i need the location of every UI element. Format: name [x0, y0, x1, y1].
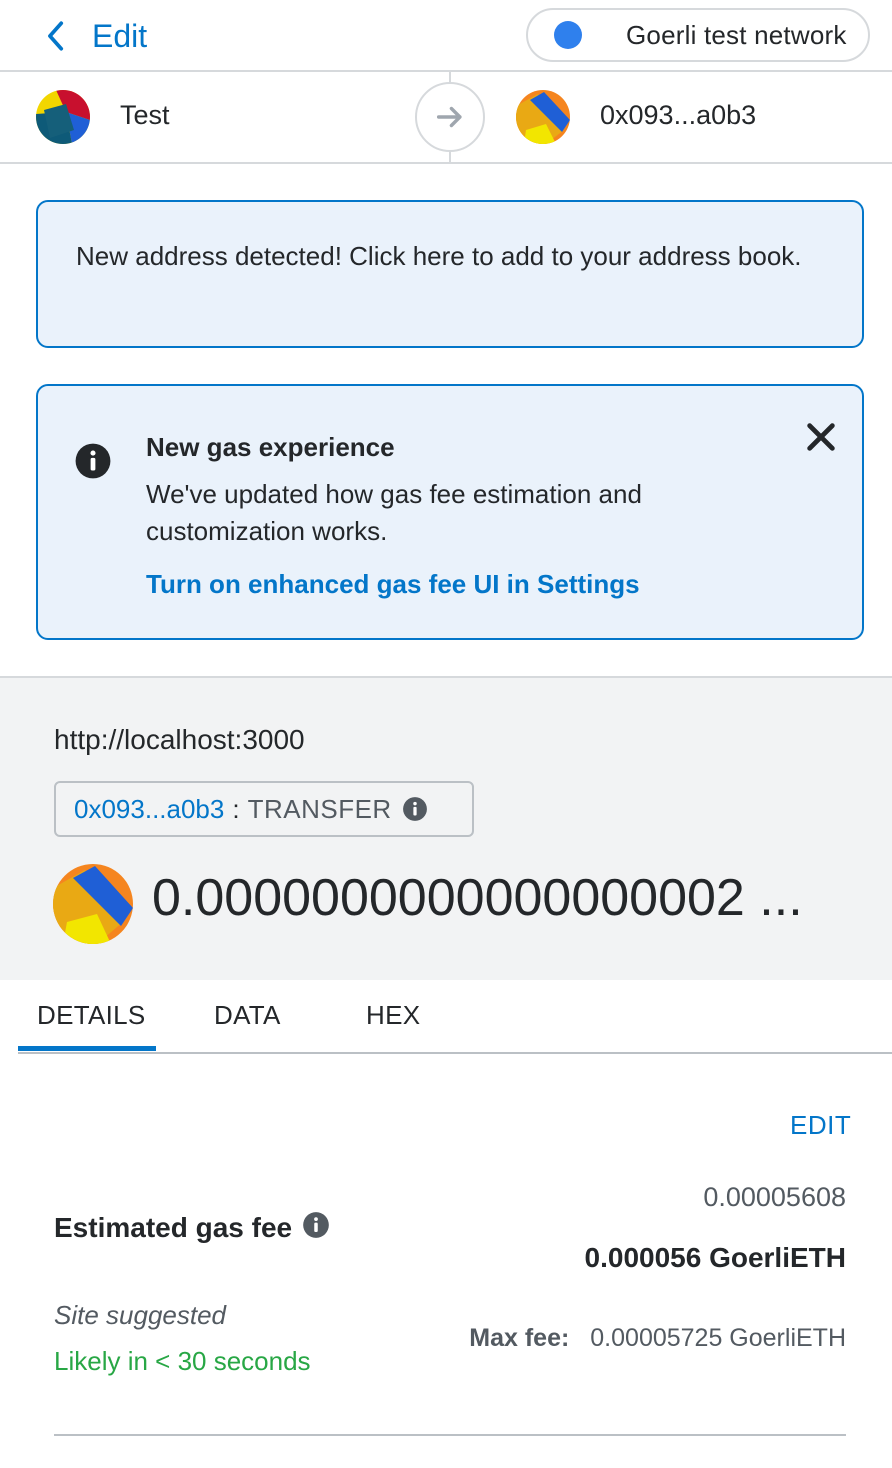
- estimated-gas-label-text: Estimated gas fee: [54, 1212, 293, 1243]
- method-name: TRANSFER: [247, 793, 392, 824]
- max-fee: Max fee: 0.00005725 GoerliETH: [469, 1324, 846, 1353]
- network-selector[interactable]: Goerli test network: [526, 8, 870, 62]
- max-fee-value: 0.00005725 GoerliETH: [590, 1324, 846, 1352]
- network-indicator-icon: [554, 21, 582, 49]
- recipient-avatar-icon: [516, 90, 570, 144]
- section-divider: [54, 1434, 846, 1436]
- arrow-right-icon: [436, 106, 462, 128]
- header: Edit Goerli test network: [0, 0, 892, 72]
- back-button[interactable]: Edit: [40, 14, 147, 58]
- contract-address-link[interactable]: 0x093...a0b3: [74, 794, 224, 825]
- site-origin: http://localhost:3000: [54, 724, 305, 755]
- info-icon[interactable]: [302, 1211, 330, 1239]
- enhanced-gas-settings-link[interactable]: Turn on enhanced gas fee UI in Settings: [146, 569, 640, 600]
- sender-name: Test: [120, 100, 170, 130]
- tab-hex[interactable]: HEX: [366, 1000, 420, 1031]
- gas-experience-banner: New gas experience We've updated how gas…: [36, 384, 864, 640]
- tab-details[interactable]: DETAILS: [37, 1000, 146, 1031]
- transaction-summary: http://localhost:3000 0x093...a0b3 : TRA…: [0, 676, 892, 980]
- max-fee-label: Max fee:: [469, 1324, 570, 1352]
- sender-avatar-icon: [36, 90, 90, 144]
- recipient-address[interactable]: 0x093...a0b3: [600, 100, 756, 131]
- info-icon[interactable]: [402, 796, 428, 822]
- new-address-banner[interactable]: New address detected! Click here to add …: [36, 200, 864, 348]
- token-avatar-icon: [53, 864, 133, 944]
- back-label: Edit: [92, 17, 148, 54]
- gas-timing-estimate: Likely in < 30 seconds: [54, 1346, 311, 1376]
- edit-gas-button[interactable]: EDIT: [790, 1110, 851, 1141]
- transaction-amount: 0.0000000000000000002 ...: [152, 869, 803, 927]
- sender-recipient-row: Test 0x093...a0b3: [0, 72, 892, 164]
- chevron-left-icon: [48, 21, 64, 51]
- gas-banner-description: We've updated how gas fee estimation and…: [146, 479, 642, 546]
- network-label: Goerli test network: [626, 19, 847, 50]
- tab-data[interactable]: DATA: [214, 1000, 281, 1031]
- method-badge: 0x093...a0b3 : TRANSFER: [54, 781, 474, 837]
- transaction-tabs: DETAILS DATA HEX: [18, 980, 892, 1054]
- new-address-text: New address detected! Click here to add …: [76, 241, 802, 271]
- active-tab-indicator: [18, 1046, 156, 1051]
- close-icon[interactable]: [804, 420, 838, 454]
- gas-banner-title: New gas experience: [146, 432, 395, 462]
- transfer-arrow: [415, 82, 485, 152]
- gas-fee-primary: 0.000056 GoerliETH: [584, 1242, 846, 1273]
- method-separator: :: [232, 793, 240, 824]
- info-icon: [75, 443, 111, 479]
- site-suggested-label: Site suggested: [54, 1300, 227, 1330]
- estimated-gas-label: Estimated gas fee: [54, 1212, 330, 1244]
- gas-fee-secondary: 0.00005608: [703, 1182, 846, 1212]
